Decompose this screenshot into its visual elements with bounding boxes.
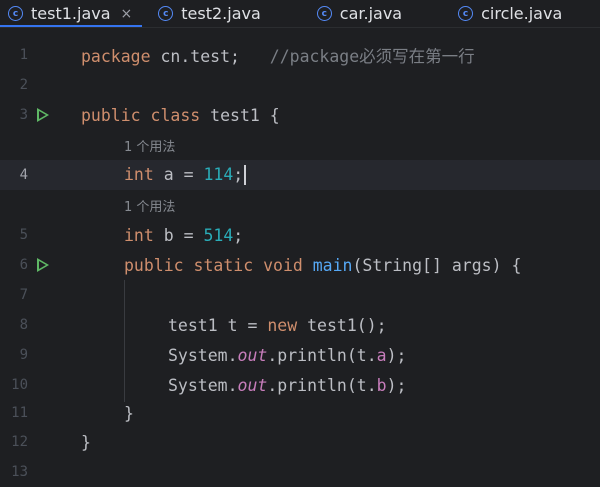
code-text: test1 { — [200, 105, 280, 125]
code-line[interactable]: 3 public class test1 { — [0, 100, 600, 130]
keyword: new — [267, 315, 298, 335]
number-literal: 514 — [203, 225, 234, 245]
code-line[interactable]: 12 } — [0, 427, 600, 457]
line-number: 11 — [11, 405, 28, 421]
close-icon[interactable]: × — [121, 6, 133, 22]
code-line[interactable]: 5 int b = 514; — [0, 220, 600, 250]
line-number: 5 — [19, 227, 28, 243]
tab-label: test1.java — [31, 4, 111, 23]
code-line[interactable]: 7 — [0, 280, 600, 310]
code-line[interactable]: 8 test1 t = new test1(); — [0, 310, 600, 340]
code-line[interactable]: 9 System.out.println(t.a); — [0, 340, 600, 370]
code-text: a = — [153, 164, 204, 184]
code-text: test1 t = — [168, 315, 268, 335]
comment: //package必须写在第一行 — [269, 47, 475, 66]
code-text: b = — [153, 225, 204, 245]
java-class-icon: c — [458, 6, 474, 21]
field-reference: a — [376, 345, 387, 365]
code-text: ; — [233, 225, 244, 245]
keyword: public static void — [124, 255, 303, 275]
code-text: } — [124, 403, 134, 423]
line-number: 7 — [19, 287, 28, 303]
line-number: 9 — [19, 347, 28, 363]
line-number: 12 — [11, 434, 28, 450]
line-number: 1 — [19, 47, 28, 63]
code-line[interactable]: 13 — [0, 457, 600, 487]
run-icon[interactable] — [37, 258, 49, 272]
line-number: 13 — [11, 464, 28, 480]
tab-car-java[interactable]: c car.java — [309, 0, 412, 27]
line-number: 8 — [19, 317, 28, 333]
keyword: int — [124, 225, 154, 245]
code-text: } — [81, 432, 91, 452]
field-reference: b — [376, 375, 387, 395]
code-text: ); — [386, 375, 407, 395]
tab-label: car.java — [339, 4, 403, 23]
line-number: 10 — [11, 377, 28, 393]
line-number: 6 — [19, 257, 28, 273]
code-editor[interactable]: 1 package cn.test; //package必须写在第一行 2 3 … — [0, 28, 600, 482]
code-line-current[interactable]: 4 int a = 114; — [0, 160, 600, 190]
method-name: main — [312, 255, 353, 275]
code-text: ; — [233, 164, 244, 184]
java-class-icon: c — [8, 6, 23, 21]
code-line[interactable]: 2 — [0, 70, 600, 100]
static-field: out — [237, 375, 268, 395]
code-line[interactable]: 10 System.out.println(t.b); — [0, 370, 600, 400]
code-text: System. — [168, 375, 238, 395]
java-class-icon: c — [158, 6, 174, 21]
tab-test1-java[interactable]: c test1.java × — [0, 0, 143, 27]
code-text: ); — [386, 345, 407, 365]
keyword: int — [124, 164, 154, 184]
usage-hint[interactable]: 1 个用法 — [124, 196, 175, 215]
keyword: public class — [81, 105, 201, 125]
tab-label: test2.java — [181, 4, 261, 23]
editor-tab-bar: c test1.java × c test2.java c car.java c… — [0, 0, 600, 28]
code-text: test1(); — [297, 315, 387, 335]
tab-circle-java[interactable]: c circle.java — [450, 0, 572, 27]
tab-label: circle.java — [481, 4, 563, 23]
keyword: package — [81, 47, 151, 66]
code-text: System. — [168, 345, 238, 365]
usage-hint-row: 1 个用法 — [0, 130, 600, 160]
line-number: 4 — [19, 167, 28, 183]
code-line[interactable]: 6 public static void main(String[] args)… — [0, 250, 600, 280]
number-literal: 114 — [203, 164, 234, 184]
run-icon[interactable] — [37, 108, 49, 122]
code-text: (String[] args) { — [352, 255, 522, 275]
tab-test2-java[interactable]: c test2.java — [150, 0, 271, 27]
java-class-icon: c — [316, 6, 332, 21]
line-number: 2 — [19, 77, 28, 93]
code-text: .println(t. — [267, 375, 377, 395]
code-text: .println(t. — [267, 345, 377, 365]
static-field: out — [237, 345, 268, 365]
code-line[interactable]: 1 package cn.test; //package必须写在第一行 — [0, 40, 600, 70]
usage-hint[interactable]: 1 个用法 — [124, 136, 175, 155]
code-text: cn.test; — [150, 47, 270, 66]
line-number: 3 — [19, 107, 28, 123]
code-line[interactable]: 11 } — [0, 398, 600, 428]
text-caret — [244, 165, 247, 186]
usage-hint-row: 1 个用法 — [0, 190, 600, 220]
